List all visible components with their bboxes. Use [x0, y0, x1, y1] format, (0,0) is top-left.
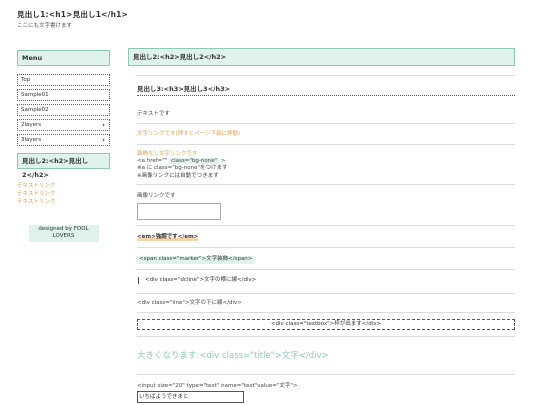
- chevron-right-icon: ›: [102, 121, 105, 129]
- note-line: ※画像リンクには自動でつきます: [137, 172, 219, 179]
- menu-item-2layers[interactable]: 2layers ›: [17, 119, 110, 131]
- dcline-text: <div class="dcline">文字の横に線</div>: [138, 276, 256, 285]
- anchor-text-link[interactable]: 文字リンクです(押すとページ下部に移動): [137, 131, 515, 138]
- image-link-label: 画像リンクです: [137, 193, 176, 200]
- title-sample: 大きくなります:<div class="title">文字</div>: [137, 350, 329, 361]
- note-line: ※a に class="bg-none"をつけます: [137, 165, 228, 172]
- code-anchor-prefix: <a href="": [137, 158, 170, 165]
- sidebar-links: テキストリンク テキストリンク テキストリンク: [17, 182, 110, 206]
- sidebar-text-link[interactable]: テキストリンク: [17, 190, 110, 198]
- textbox-sample: <div class="textbox">枠が出ます</div>: [137, 318, 515, 330]
- divider: [136, 75, 515, 76]
- sidebar-text-link[interactable]: テキストリンク: [17, 182, 110, 190]
- divider: [137, 335, 515, 337]
- menu-item-top[interactable]: Top: [17, 74, 110, 86]
- sidebar-text-link[interactable]: テキストリンク: [17, 198, 110, 206]
- divider: [137, 311, 515, 313]
- menu-item-sample02[interactable]: Sample02: [17, 104, 110, 116]
- code-anchor-class: class="bg-none": [169, 158, 220, 165]
- divider: [137, 143, 515, 145]
- divider: [137, 268, 515, 270]
- page: 見出し1:<h1>見出し1</h1> ここにも文字書けます Menu Top S…: [0, 0, 540, 405]
- input-code-text: <input size="20" type="text" name="text"…: [137, 383, 298, 390]
- emphasis-text: <em>強調です</em>: [137, 233, 199, 242]
- no-decoration-link[interactable]: 装飾なし文字リンクです: [137, 151, 515, 158]
- designer-credit[interactable]: designed by FOOL LOVERS: [28, 225, 99, 242]
- main-h2-heading: 見出し2:<h2>見出し2</h2>: [128, 48, 515, 66]
- code-anchor-suffix: >: [220, 158, 226, 165]
- sidebar-h2-heading: 見出し2:<h2>見出し2</h2>: [17, 153, 110, 179]
- menu-item-label: 2layers: [21, 122, 42, 128]
- menu-heading: Menu: [17, 50, 110, 66]
- main-h3-heading: 見出し3:<h3>見出し3</h3>: [137, 85, 515, 96]
- image-link-box[interactable]: [137, 202, 221, 220]
- site-description: ここにも文字書けます: [17, 23, 73, 29]
- menu-item-3layers[interactable]: 3layers ›: [17, 134, 110, 146]
- menu-item-label: 3layers: [21, 137, 42, 143]
- line-text: <div class="line">文字の下に線</div>: [137, 299, 242, 306]
- menu-item-label: Sample01: [21, 92, 49, 98]
- text-input[interactable]: いちばようできまと: [137, 390, 244, 403]
- divider: [137, 374, 515, 376]
- divider: [137, 292, 515, 294]
- body-text: テキストです: [137, 110, 170, 117]
- divider: [137, 247, 515, 249]
- sidebar: Menu Top Sample01 Sample02 2layers › 3la…: [17, 50, 110, 242]
- divider: [137, 224, 515, 226]
- main-content: 見出し2:<h2>見出し2</h2> 見出し3:<h3>見出し3</h3> テキ…: [128, 48, 515, 403]
- menu-list: Top Sample01 Sample02 2layers › 3layers …: [17, 74, 110, 146]
- site-title[interactable]: 見出し1:<h1>見出し1</h1>: [17, 10, 128, 20]
- marker-text: <span class="marker">文字装飾</span>: [137, 256, 255, 264]
- menu-item-label: Top: [21, 77, 31, 83]
- divider: [137, 184, 515, 186]
- chevron-right-icon: ›: [102, 136, 105, 144]
- divider: [137, 123, 515, 125]
- menu-item-label: Sample02: [21, 107, 49, 113]
- menu-item-sample01[interactable]: Sample01: [17, 89, 110, 101]
